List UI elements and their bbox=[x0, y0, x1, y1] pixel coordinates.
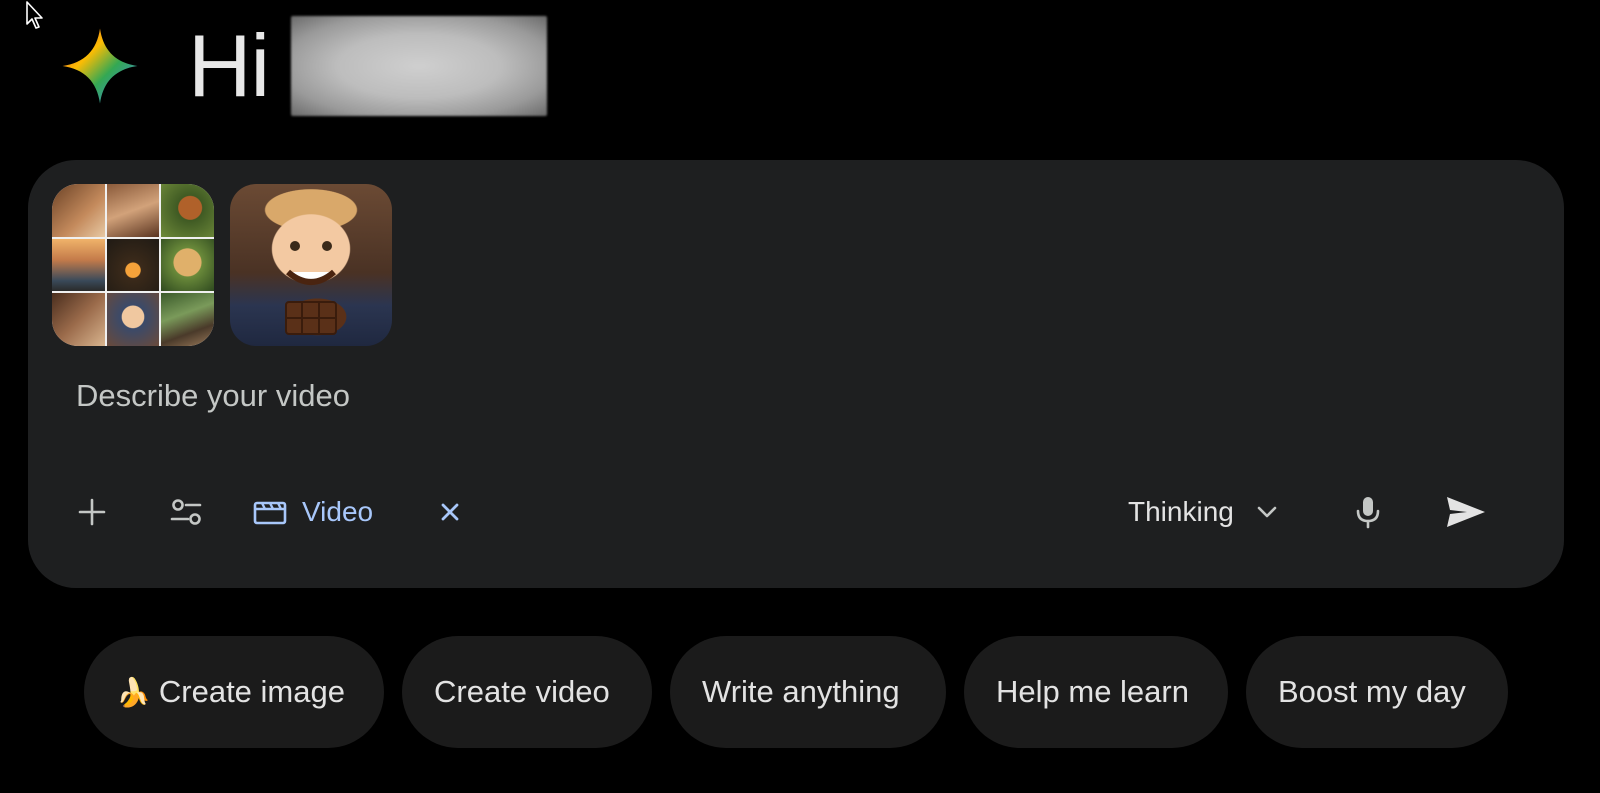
collage-cell bbox=[52, 238, 105, 292]
composer-toolbar: Video Thinking bbox=[28, 482, 1564, 542]
suggestion-create-video[interactable]: Create video bbox=[402, 636, 652, 748]
model-mode-dropdown[interactable]: Thinking bbox=[1128, 488, 1278, 536]
suggestion-create-image[interactable]: 🍌 Create image bbox=[84, 636, 384, 748]
chevron-down-icon bbox=[1257, 506, 1277, 518]
mouse-cursor-icon bbox=[26, 1, 43, 29]
plus-icon bbox=[78, 498, 106, 526]
suggestion-label: Create image bbox=[158, 674, 345, 709]
greeting-header: Hi bbox=[60, 16, 548, 116]
video-chip-label: Video bbox=[302, 496, 374, 527]
add-attachment-button[interactable] bbox=[68, 488, 116, 536]
kid-image-illustration bbox=[285, 241, 337, 335]
collage-cell bbox=[106, 293, 160, 346]
suggestion-label: Help me learn bbox=[996, 674, 1189, 709]
tools-button[interactable] bbox=[162, 488, 210, 536]
gemini-spark-icon bbox=[60, 26, 140, 106]
microphone-button[interactable] bbox=[1344, 488, 1392, 536]
kid-chocolate-attachment[interactable] bbox=[230, 184, 392, 346]
gemini-page: Hi Describe your video Video Thinking 🍌 … bbox=[0, 0, 1600, 793]
suggestion-label: Write anything bbox=[702, 674, 900, 709]
collage-cell bbox=[161, 238, 214, 292]
collage-cell bbox=[161, 184, 214, 237]
remove-video-tool-button[interactable] bbox=[430, 492, 470, 532]
suggestion-label: Boost my day bbox=[1278, 674, 1466, 709]
send-button[interactable] bbox=[1440, 488, 1492, 536]
collage-cell bbox=[161, 293, 214, 346]
banana-icon: 🍌 bbox=[116, 676, 151, 708]
collage-cell bbox=[106, 238, 160, 292]
suggestion-boost-my-day[interactable]: Boost my day bbox=[1246, 636, 1508, 748]
video-tool-chip[interactable]: Video bbox=[252, 488, 373, 536]
suggestion-chips: 🍌 Create image Create video Write anythi… bbox=[84, 636, 1508, 748]
close-icon bbox=[441, 503, 459, 521]
send-icon bbox=[1447, 497, 1485, 527]
tune-icon bbox=[170, 499, 202, 525]
attachments-row bbox=[52, 184, 392, 346]
prompt-input[interactable] bbox=[76, 372, 1476, 420]
clapperboard-icon bbox=[253, 501, 287, 525]
collage-cell bbox=[52, 184, 105, 237]
suggestion-write-anything[interactable]: Write anything bbox=[670, 636, 946, 748]
suggestion-help-me-learn[interactable]: Help me learn bbox=[964, 636, 1228, 748]
suggestion-label: Create video bbox=[434, 674, 610, 709]
redacted-username bbox=[291, 16, 548, 116]
collage-attachment[interactable] bbox=[52, 184, 214, 346]
collage-cell bbox=[52, 293, 105, 346]
mode-label: Thinking bbox=[1128, 496, 1234, 527]
prompt-composer: Video Thinking bbox=[28, 160, 1564, 588]
greeting-text: Hi bbox=[188, 16, 270, 115]
collage-cell bbox=[106, 184, 160, 237]
microphone-icon bbox=[1356, 497, 1380, 529]
